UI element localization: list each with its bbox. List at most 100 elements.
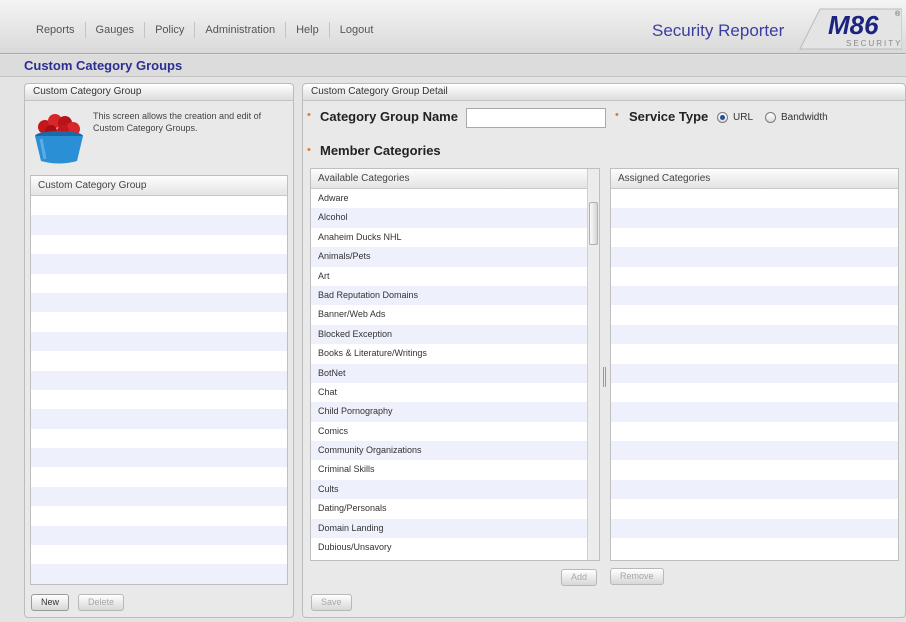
nav-gauges[interactable]: Gauges	[86, 22, 146, 38]
available-category-item[interactable]: Alcohol	[311, 208, 587, 228]
assigned-category-item[interactable]	[611, 402, 898, 422]
available-scrollbar[interactable]	[587, 169, 599, 560]
assigned-categories-rows	[611, 189, 898, 557]
available-categories-list: Available Categories Adware Alcohol Anah…	[310, 168, 600, 561]
list-row[interactable]	[31, 331, 287, 352]
list-row[interactable]	[31, 235, 287, 254]
custom-category-group-panel: Custom Category Group This screen allows…	[24, 83, 294, 618]
list-row[interactable]	[31, 254, 287, 274]
available-category-item[interactable]: Child Pornography	[311, 402, 587, 422]
service-type-bandwidth-label: Bandwidth	[781, 112, 828, 123]
available-category-item[interactable]: Bad Reputation Domains	[311, 285, 587, 306]
save-button[interactable]: Save	[311, 594, 352, 611]
list-row[interactable]	[31, 409, 287, 429]
assigned-category-item[interactable]	[611, 285, 898, 306]
available-category-item[interactable]: Community Organizations	[311, 441, 587, 461]
top-navigation-bar: Reports Gauges Policy Administration Hel…	[0, 0, 906, 54]
list-row[interactable]	[31, 351, 287, 370]
assigned-category-item[interactable]	[611, 479, 898, 500]
add-button[interactable]: Add	[561, 569, 598, 586]
assigned-category-item[interactable]	[611, 518, 898, 539]
list-row[interactable]	[31, 274, 287, 293]
assigned-categories-list: Assigned Categories	[610, 168, 899, 561]
assigned-category-item[interactable]	[611, 441, 898, 461]
nav-administration[interactable]: Administration	[195, 22, 287, 38]
available-category-item[interactable]: BotNet	[311, 363, 587, 383]
assigned-category-item[interactable]	[611, 208, 898, 228]
list-row[interactable]	[31, 390, 287, 409]
available-category-item[interactable]: Animals/Pets	[311, 247, 587, 267]
assigned-categories-header: Assigned Categories	[611, 169, 898, 189]
category-group-name-input[interactable]	[466, 108, 606, 128]
list-row[interactable]	[31, 486, 287, 507]
available-category-item[interactable]: Criminal Skills	[311, 460, 587, 479]
available-category-item[interactable]: Domain Landing	[311, 518, 587, 539]
list-row[interactable]	[31, 429, 287, 448]
list-row[interactable]	[31, 525, 287, 546]
assigned-category-item[interactable]	[611, 324, 898, 345]
delete-button[interactable]: Delete	[78, 594, 125, 611]
assigned-category-item[interactable]	[611, 499, 898, 518]
nav-help[interactable]: Help	[286, 22, 330, 38]
nav-logout[interactable]: Logout	[330, 22, 384, 38]
available-category-item[interactable]: Anaheim Ducks NHL	[311, 228, 587, 247]
required-marker: •	[307, 144, 311, 156]
available-categories-header: Available Categories	[311, 169, 599, 189]
member-categories-label: Member Categories	[320, 143, 441, 158]
left-panel-header: Custom Category Group	[25, 84, 293, 101]
page-title: Custom Category Groups	[24, 58, 183, 73]
list-row[interactable]	[31, 312, 287, 331]
available-category-item[interactable]: Books & Literature/Writings	[311, 344, 587, 363]
assigned-category-item[interactable]	[611, 305, 898, 324]
custom-group-list: Custom Category Group	[30, 175, 288, 585]
service-type-bandwidth-radio[interactable]	[765, 112, 776, 123]
splitter-handle[interactable]	[603, 367, 606, 387]
assigned-category-item[interactable]	[611, 344, 898, 363]
list-row[interactable]	[31, 448, 287, 468]
list-row[interactable]	[31, 564, 287, 584]
available-category-item[interactable]: Adware	[311, 189, 587, 208]
assigned-category-item[interactable]	[611, 228, 898, 247]
page-title-bar: Custom Category Groups	[0, 55, 906, 77]
available-category-item[interactable]: Blocked Exception	[311, 324, 587, 345]
bucket-icon	[35, 114, 83, 164]
main-menu: Reports Gauges Policy Administration Hel…	[26, 22, 383, 38]
required-marker: •	[615, 109, 619, 121]
assigned-category-item[interactable]	[611, 422, 898, 441]
remove-button[interactable]: Remove	[610, 568, 664, 585]
list-row[interactable]	[31, 584, 287, 585]
list-row[interactable]	[31, 506, 287, 525]
custom-category-group-detail-panel: Custom Category Group Detail • Category …	[302, 83, 906, 618]
available-category-item[interactable]: Banner/Web Ads	[311, 305, 587, 324]
list-row[interactable]	[31, 545, 287, 564]
available-scrollbar-thumb[interactable]	[589, 202, 598, 245]
category-group-name-label: Category Group Name	[320, 109, 458, 124]
list-row[interactable]	[31, 292, 287, 313]
assigned-category-item[interactable]	[611, 538, 898, 557]
available-category-item[interactable]: Chat	[311, 383, 587, 402]
nav-policy[interactable]: Policy	[145, 22, 196, 38]
list-row[interactable]	[31, 467, 287, 486]
available-category-item[interactable]: Cults	[311, 479, 587, 500]
available-category-item[interactable]: Comics	[311, 422, 587, 441]
assigned-category-item[interactable]	[611, 363, 898, 383]
available-category-item[interactable]: Dubious/Unsavory	[311, 538, 587, 557]
new-button[interactable]: New	[31, 594, 70, 611]
available-category-item[interactable]: Dating/Personals	[311, 499, 587, 518]
available-category-item[interactable]: Art	[311, 267, 587, 286]
service-type-url-radio[interactable]	[717, 112, 728, 123]
list-row[interactable]	[31, 196, 287, 215]
nav-reports[interactable]: Reports	[26, 22, 86, 38]
assigned-category-item[interactable]	[611, 267, 898, 286]
available-categories-rows: Adware Alcohol Anaheim Ducks NHL Animals…	[311, 189, 587, 557]
service-type-url-label: URL	[733, 112, 754, 123]
assigned-category-item[interactable]	[611, 247, 898, 267]
logo-wordmark: M86	[828, 10, 879, 40]
assigned-category-item[interactable]	[611, 189, 898, 208]
required-marker: •	[307, 109, 311, 121]
assigned-category-item[interactable]	[611, 383, 898, 402]
custom-group-rows	[31, 196, 287, 585]
list-row[interactable]	[31, 370, 287, 390]
list-row[interactable]	[31, 215, 287, 235]
assigned-category-item[interactable]	[611, 460, 898, 479]
